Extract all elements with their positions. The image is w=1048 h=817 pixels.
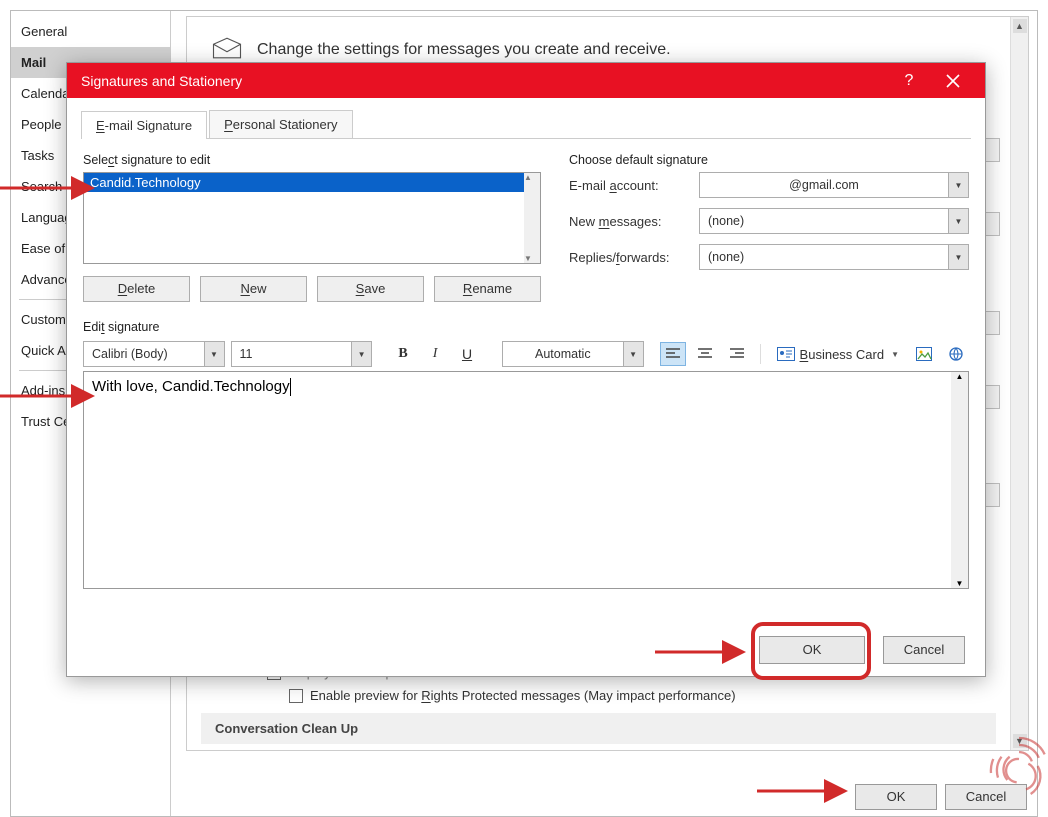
align-right-button[interactable]: [724, 342, 750, 366]
signatures-dialog: Signatures and Stationery ? E-mail Signa…: [66, 62, 986, 677]
delete-button[interactable]: Delete: [83, 276, 190, 302]
chevron-down-icon[interactable]: ▼: [351, 342, 371, 366]
dialog-body: Select signature to edit Candid.Technolo…: [81, 138, 971, 676]
dialog-title: Signatures and Stationery: [81, 73, 887, 89]
align-center-button[interactable]: [692, 342, 718, 366]
font-color-combo[interactable]: Automatic ▼: [502, 341, 644, 367]
scroll-up-icon[interactable]: ▲: [956, 372, 964, 381]
italic-button[interactable]: I: [422, 342, 448, 366]
signature-editor[interactable]: With love, Candid.Technology ▲ ▼: [83, 371, 969, 589]
rights-preview-label: Enable preview for Rights Protected mess…: [310, 688, 736, 703]
tab-strip: E-mail Signature Personal Stationery: [67, 98, 985, 138]
dialog-cancel-button[interactable]: Cancel: [883, 636, 965, 664]
chevron-down-icon[interactable]: ▼: [948, 173, 968, 197]
chevron-down-icon[interactable]: ▼: [623, 342, 643, 366]
tab-personal-stationery[interactable]: Personal Stationery: [209, 110, 352, 138]
underline-button[interactable]: U: [454, 342, 480, 366]
font-size-value: 11: [232, 342, 352, 366]
nav-general[interactable]: General: [11, 16, 170, 47]
email-account-combo[interactable]: @gmail.com ▼: [699, 172, 969, 198]
chevron-down-icon[interactable]: ▼: [891, 350, 899, 359]
font-name-combo[interactable]: Calibri (Body) ▼: [83, 341, 225, 367]
scroll-down-icon[interactable]: ▼: [956, 579, 964, 588]
new-messages-value: (none): [700, 209, 948, 233]
rights-preview-checkbox[interactable]: [289, 689, 303, 703]
new-button[interactable]: New: [200, 276, 307, 302]
replies-forwards-combo[interactable]: (none) ▼: [699, 244, 969, 270]
align-left-button[interactable]: [660, 342, 686, 366]
rights-preview-row: Enable preview for Rights Protected mess…: [187, 684, 1010, 707]
new-messages-label: New messages:: [569, 214, 689, 229]
dialog-ok-button[interactable]: OK: [759, 636, 865, 664]
close-button[interactable]: [931, 63, 975, 98]
signature-listbox[interactable]: Candid.Technology ▲▼: [83, 172, 541, 264]
new-messages-combo[interactable]: (none) ▼: [699, 208, 969, 234]
rename-button[interactable]: Rename: [434, 276, 541, 302]
email-account-value: @gmail.com: [700, 173, 948, 197]
listbox-scrollbar[interactable]: ▲▼: [524, 173, 540, 263]
default-signature-label: Choose default signature: [569, 153, 969, 167]
chevron-down-icon[interactable]: ▼: [948, 209, 968, 233]
select-signature-label: Select signature to edit: [83, 153, 541, 167]
replies-forwards-label: Replies/forwards:: [569, 250, 689, 265]
signature-list-item[interactable]: Candid.Technology: [84, 173, 540, 192]
editor-scrollbar[interactable]: ▲ ▼: [951, 372, 968, 588]
options-ok-button[interactable]: OK: [855, 784, 937, 810]
tab-email-signature[interactable]: E-mail Signature: [81, 111, 207, 139]
separator: [760, 344, 761, 364]
save-button[interactable]: Save: [317, 276, 424, 302]
business-card-button[interactable]: Business Card ▼: [771, 342, 905, 366]
business-card-label: Business Card: [800, 347, 885, 362]
scroll-up-icon[interactable]: ▲: [1013, 19, 1027, 33]
font-name-value: Calibri (Body): [84, 342, 204, 366]
section-conversation-cleanup: Conversation Clean Up: [201, 713, 996, 744]
replies-forwards-value: (none): [700, 245, 948, 269]
help-button[interactable]: ?: [887, 63, 931, 98]
dialog-titlebar: Signatures and Stationery ?: [67, 63, 985, 98]
envelope-icon: [212, 35, 242, 64]
insert-hyperlink-button[interactable]: [943, 342, 969, 366]
insert-picture-button[interactable]: [911, 342, 937, 366]
chevron-down-icon[interactable]: ▼: [204, 342, 224, 366]
content-scrollbar[interactable]: ▲ ▼: [1010, 17, 1028, 750]
font-size-combo[interactable]: 11 ▼: [231, 341, 373, 367]
font-color-value: Automatic: [503, 342, 623, 366]
editor-content: With love, Candid.Technology: [92, 378, 290, 395]
chevron-down-icon[interactable]: ▼: [948, 245, 968, 269]
editor-toolbar: Calibri (Body) ▼ 11 ▼ B I U Automatic ▼: [83, 340, 969, 368]
business-card-icon: [777, 347, 795, 361]
watermark-fingerprint-icon: [984, 731, 1048, 801]
edit-signature-label: Edit signature: [83, 320, 969, 334]
bold-button[interactable]: B: [390, 342, 416, 366]
mail-header-text: Change the settings for messages you cre…: [257, 41, 671, 59]
email-account-label: E-mail account:: [569, 178, 689, 193]
